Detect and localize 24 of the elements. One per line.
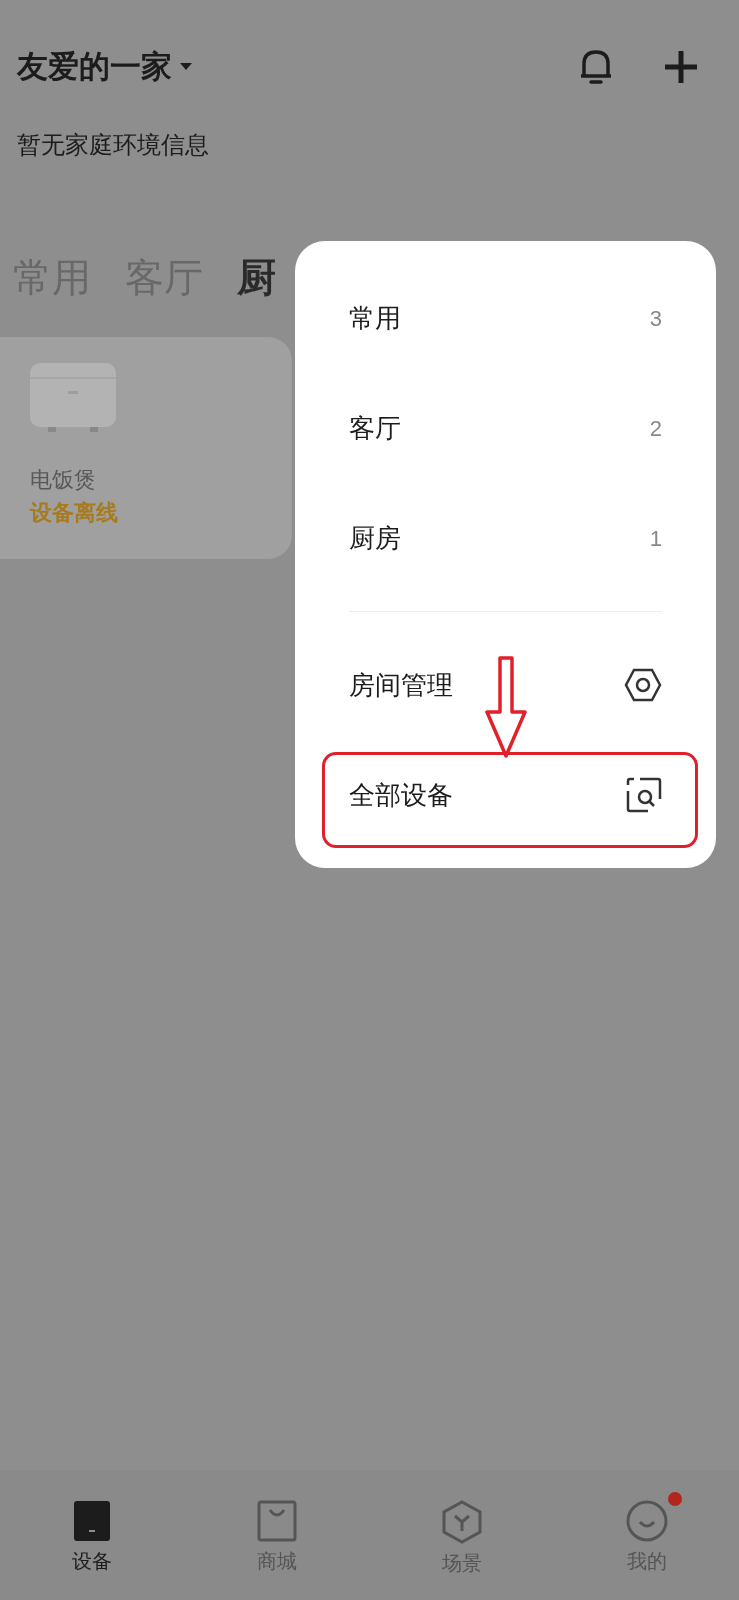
- room-count: 3: [649, 304, 662, 333]
- hexagon-nut-icon: [624, 668, 662, 702]
- device-name: 电饭煲: [30, 466, 97, 494]
- menu-item[interactable]: 厨房 1: [349, 483, 662, 593]
- menu-item[interactable]: 常用 3: [349, 263, 662, 373]
- device-card[interactable]: 电饭煲 设备离线: [0, 337, 292, 559]
- dropdown-caret-icon[interactable]: [180, 63, 192, 72]
- hexagon-icon: [440, 1500, 483, 1544]
- bell-icon[interactable]: [579, 48, 613, 87]
- room-tab[interactable]: 厨: [237, 248, 276, 307]
- menu-item[interactable]: 客厅 2: [349, 373, 662, 483]
- room-count: 2: [649, 414, 662, 443]
- menu-item[interactable]: 房间管理: [349, 630, 662, 740]
- nav-tab[interactable]: 设备: [0, 1492, 185, 1576]
- search-icon: [626, 777, 662, 813]
- device-status: 设备离线: [30, 499, 119, 527]
- menu-item[interactable]: 全部设备: [349, 740, 662, 850]
- device-icon: [73, 1500, 112, 1542]
- room-count: 1: [649, 524, 662, 553]
- add-icon[interactable]: [663, 49, 699, 86]
- environment-info: 暂无家庭环境信息: [16, 129, 210, 160]
- bag-icon: [257, 1500, 298, 1542]
- home-name[interactable]: 友爱的一家: [17, 44, 172, 91]
- smile-icon: [625, 1500, 668, 1542]
